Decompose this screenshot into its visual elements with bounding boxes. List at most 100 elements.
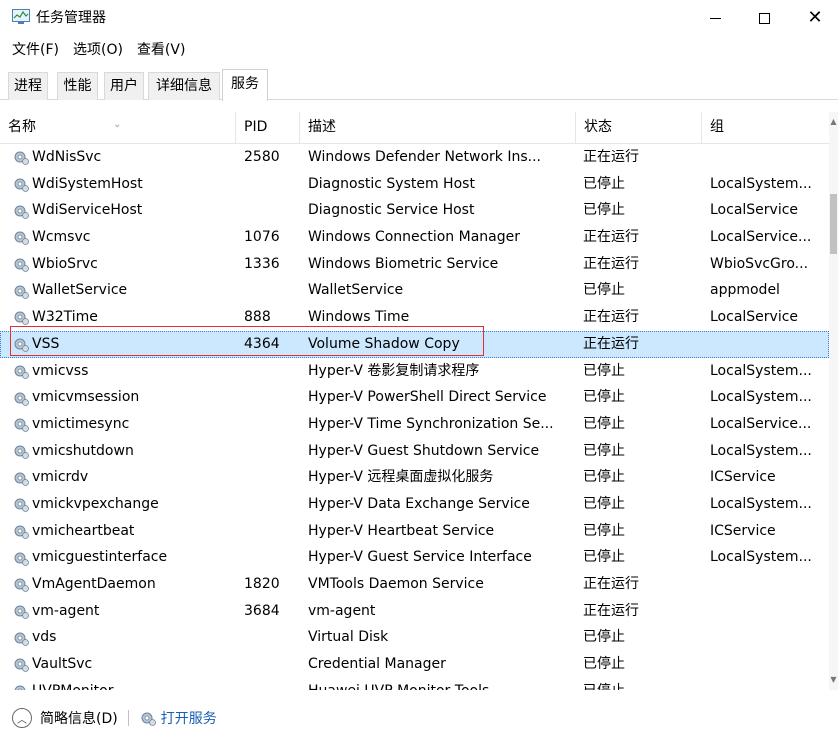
maximize-button[interactable] <box>741 0 787 36</box>
service-name: WbioSrvc <box>32 255 98 272</box>
service-description: Huawei UVP Monitor Tools <box>308 678 578 690</box>
service-name: VmAgentDaemon <box>32 576 156 592</box>
column-description-header[interactable]: 描述 <box>300 112 576 144</box>
gear-icon <box>14 231 29 246</box>
gear-icon <box>14 365 29 379</box>
service-description: Diagnostic Service Host <box>308 202 475 219</box>
table-row[interactable]: W32Time 888 Windows Time 正在运行 LocalService <box>0 304 829 331</box>
service-group: LocalService... <box>710 415 812 432</box>
task-manager-icon <box>12 9 30 24</box>
open-services-link[interactable]: 打开服务 <box>139 708 217 728</box>
service-status: 已停止 <box>583 678 701 690</box>
table-row[interactable]: UVPMonitor Huawei UVP Monitor Tools 已停止 <box>0 678 829 690</box>
gear-icon <box>141 712 156 726</box>
table-row[interactable]: vmicguestinterface Hyper-V Guest Service … <box>0 544 829 571</box>
menu-file[interactable]: 文件(F) <box>12 40 59 60</box>
maximize-icon <box>758 12 770 24</box>
vertical-scrollbar[interactable]: ▲ ▼ <box>829 112 838 690</box>
service-status: 已停止 <box>583 362 625 379</box>
service-pid <box>244 678 300 690</box>
service-group: LocalSystem... <box>710 495 812 512</box>
table-row[interactable]: vmictimesync Hyper-V Time Synchronization… <box>0 411 829 438</box>
close-button[interactable]: ✕ <box>792 0 838 36</box>
services-table: 名称 ⌄ PID 描述 状态 组 WdNisSvc 2580 Windows Def… <box>0 112 829 690</box>
service-name: vmictimesync <box>32 415 130 432</box>
service-status: 正在运行 <box>583 149 639 165</box>
minimize-button[interactable] <box>692 0 738 36</box>
tab-processes[interactable]: 进程 <box>8 72 48 100</box>
table-row[interactable]: WalletService WalletService 已停止 appmodel <box>0 277 829 304</box>
service-pid: 1820 <box>244 576 280 592</box>
service-pid: 2580 <box>244 149 280 165</box>
tab-users[interactable]: 用户 <box>104 72 144 100</box>
column-name-header[interactable]: 名称 ⌄ <box>0 112 236 144</box>
service-name-cell: VaultSvc <box>12 651 240 678</box>
service-description: Hyper-V 远程桌面虚拟化服务 <box>308 469 494 486</box>
tab-services[interactable]: 服务 <box>222 69 268 101</box>
scroll-thumb[interactable] <box>830 194 837 254</box>
service-status: 已停止 <box>583 629 625 646</box>
scroll-up-icon[interactable]: ▲ <box>829 116 838 128</box>
scroll-down-icon[interactable]: ▼ <box>829 674 838 686</box>
service-status: 已停止 <box>583 202 625 219</box>
table-row[interactable]: vds Virtual Disk 已停止 <box>0 624 829 651</box>
menu-view[interactable]: 查看(V) <box>137 40 186 60</box>
service-name-cell: vmicheartbeat <box>12 518 240 545</box>
table-row[interactable]: vmicshutdown Hyper-V Guest Shutdown Servi… <box>0 438 829 465</box>
service-status: 已停止 <box>583 389 625 406</box>
service-group: LocalSystem... <box>710 549 812 566</box>
table-row[interactable]: VSS 4364 Volume Shadow Copy 正在运行 <box>0 330 829 358</box>
gear-icon <box>14 658 29 673</box>
column-group-label: 组 <box>710 119 724 135</box>
gear-icon <box>14 605 29 619</box>
service-pid <box>244 438 300 465</box>
column-pid-header[interactable]: PID <box>236 112 300 144</box>
table-row[interactable]: vm-agent 3684 vm-agent 正在运行 <box>0 598 829 625</box>
table-row[interactable]: WdNisSvc 2580 Windows Defender Network Ins… <box>0 144 829 171</box>
service-name: WdiServiceHost <box>32 202 143 219</box>
service-pid: 3684 <box>244 602 280 619</box>
service-group <box>710 144 826 171</box>
table-row[interactable]: WbioSrvc 1336 Windows Biometric Service 正在运… <box>0 251 829 278</box>
table-row[interactable]: VmAgentDaemon 1820 VMTools Daemon Service 正… <box>0 571 829 598</box>
table-row[interactable]: VaultSvc Credential Manager 已停止 <box>0 651 829 678</box>
table-row[interactable]: vmicvss Hyper-V 卷影复制请求程序 已停止 LocalSystem... <box>0 358 829 385</box>
service-status: 已停止 <box>583 415 625 432</box>
service-name: VSS <box>32 335 60 352</box>
service-name: vmicshutdown <box>32 442 134 459</box>
minimize-icon <box>709 17 721 19</box>
gear-icon <box>14 392 29 406</box>
close-icon: ✕ <box>807 7 823 28</box>
open-services-label: 打开服务 <box>160 711 217 727</box>
table-row[interactable]: WdiServiceHost Diagnostic Service Host 已停止… <box>0 197 829 224</box>
service-group <box>710 598 826 625</box>
service-group <box>710 651 826 678</box>
service-group: LocalSystem... <box>710 442 812 459</box>
table-row[interactable]: vmicvmsession Hyper-V PowerShell Direct S… <box>0 384 829 411</box>
gear-icon <box>14 632 29 646</box>
table-row[interactable]: vmicheartbeat Hyper-V Heartbeat Service 已停… <box>0 518 829 545</box>
service-name-cell: WdiServiceHost <box>12 197 240 224</box>
column-status-label: 状态 <box>584 119 612 135</box>
tab-performance[interactable]: 性能 <box>57 72 98 100</box>
fewer-details-button[interactable]: 简略信息(D) <box>40 708 118 728</box>
service-name-cell: vm-agent <box>12 598 240 625</box>
table-row[interactable]: vmickvpexchange Hyper-V Data Exchange Ser… <box>0 491 829 518</box>
service-name-cell: WalletService <box>12 277 240 304</box>
menu-options[interactable]: 选项(O) <box>73 40 123 60</box>
table-row[interactable]: Wcmsvc 1076 Windows Connection Manager 正在运行… <box>0 224 829 251</box>
table-row[interactable]: vmicrdv Hyper-V 远程桌面虚拟化服务 已停止 ICService <box>0 464 829 491</box>
column-pid-label: PID <box>244 119 268 135</box>
service-description: Windows Biometric Service <box>308 255 499 272</box>
column-status-header[interactable]: 状态 <box>576 112 702 144</box>
tab-details[interactable]: 详细信息 <box>148 72 220 100</box>
window-title: 任务管理器 <box>36 10 106 26</box>
service-description: Virtual Disk <box>308 629 389 646</box>
table-row[interactable]: WdiSystemHost Diagnostic System Host 已停止 Lo… <box>0 171 829 198</box>
service-pid <box>244 544 300 571</box>
service-status: 已停止 <box>583 442 625 459</box>
service-name-cell: vmicrdv <box>12 464 240 491</box>
service-status: 已停止 <box>583 175 625 192</box>
collapse-chevron-icon[interactable]: ︿ <box>12 708 32 728</box>
column-group-header[interactable]: 组 <box>702 112 829 144</box>
